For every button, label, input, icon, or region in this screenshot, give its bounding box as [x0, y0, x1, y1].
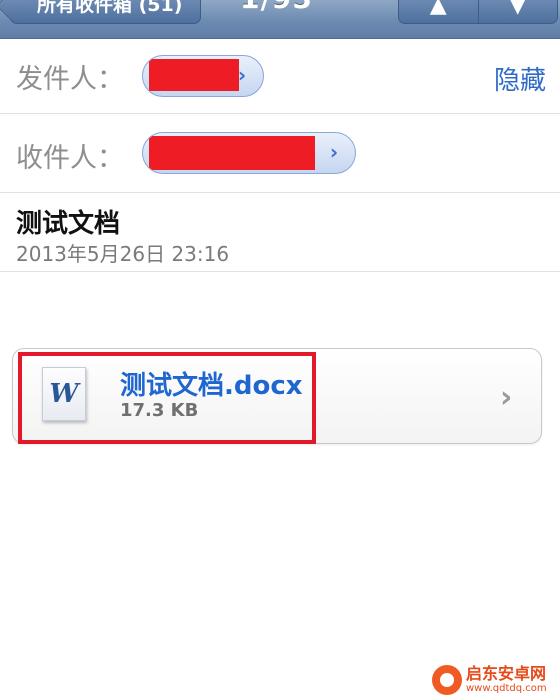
next-message-button[interactable]: ▼ [477, 0, 558, 23]
watermark-name: 启东安卓网 [466, 664, 547, 683]
redacted-recipient [149, 136, 315, 170]
recipient-address-pill[interactable]: › [142, 132, 356, 174]
message-subject: 测试文档 [16, 209, 121, 239]
arrow-up-icon: ▲ [429, 0, 447, 18]
recipient-row: 收件人： › [0, 114, 560, 193]
message-date: 2013年5月26日 23:16 [16, 242, 230, 266]
chevron-right-icon: › [500, 380, 513, 415]
previous-message-button[interactable]: ▲ [399, 0, 478, 23]
navigation-bar: 所有收件箱 (51) 1/95 ▲ ▼ [0, 0, 560, 39]
sender-label: 发件人： [16, 64, 124, 95]
sender-row: 发件人： › 隐藏 [0, 38, 560, 114]
hide-details-link[interactable]: 隐藏 [494, 60, 546, 97]
highlight-annotation-box [18, 352, 316, 444]
back-button[interactable]: 所有收件箱 (51) [10, 0, 202, 24]
site-watermark: 启东安卓网 www.qdtdq.com [432, 662, 558, 698]
message-counter: 1/95 [240, 0, 313, 15]
prev-next-control: ▲ ▼ [398, 0, 558, 24]
back-button-label: 所有收件箱 (51) [37, 0, 183, 16]
subject-row: 测试文档 2013年5月26日 23:16 [0, 193, 560, 272]
chevron-right-icon: › [237, 63, 247, 87]
arrow-down-icon: ▼ [509, 0, 527, 18]
redacted-sender [149, 59, 239, 91]
sender-address-pill[interactable]: › [142, 55, 264, 97]
chevron-right-icon: › [329, 140, 339, 164]
watermark-url: www.qdtdq.com [466, 683, 547, 694]
watermark-logo-icon [432, 665, 462, 695]
recipient-label: 收件人： [16, 143, 124, 174]
